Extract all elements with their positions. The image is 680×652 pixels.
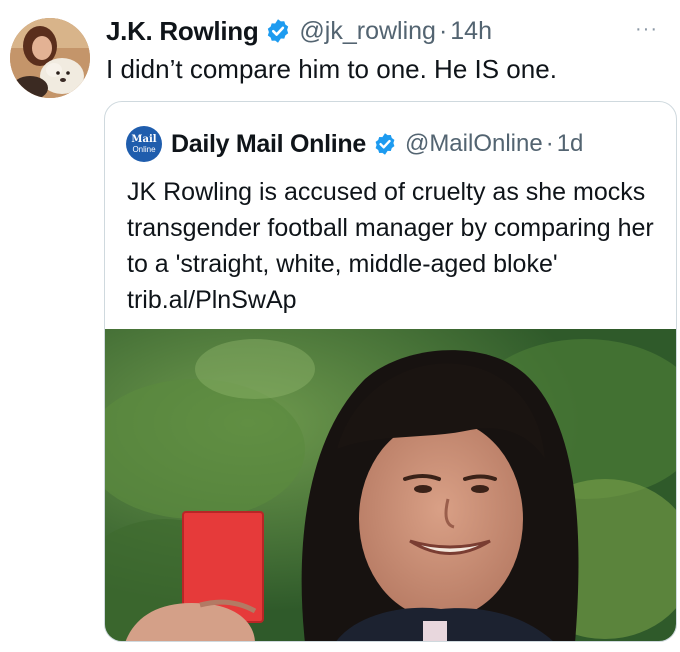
tweet[interactable]: J.K. Rowling @jk_rowling · 14h ··· I did… bbox=[0, 0, 680, 652]
quoted-tweet-timestamp[interactable]: 1d bbox=[557, 130, 584, 158]
quoted-avatar-logo-line1: Mail bbox=[131, 133, 157, 145]
quoted-avatar-logo-line2: Online bbox=[132, 144, 156, 154]
quoted-tweet-photo[interactable] bbox=[105, 329, 676, 641]
verified-badge-icon[interactable] bbox=[373, 132, 397, 156]
more-horizontal-icon[interactable]: ··· bbox=[635, 18, 658, 41]
separator-dot: · bbox=[545, 130, 554, 157]
author-handle[interactable]: @jk_rowling bbox=[299, 17, 436, 46]
photo-image bbox=[105, 329, 676, 641]
tweet-text: I didn’t compare him to one. He IS one. bbox=[106, 54, 557, 84]
tweet-timestamp[interactable]: 14h bbox=[450, 17, 492, 46]
quoted-author-avatar[interactable]: Mail Online bbox=[126, 126, 162, 162]
quoted-tweet-text: JK Rowling is accused of cruelty as she … bbox=[127, 178, 654, 314]
quoted-tweet[interactable]: Mail Online Daily Mail Online @MailOnlin… bbox=[104, 101, 677, 642]
author-name[interactable]: J.K. Rowling bbox=[106, 16, 259, 47]
author-avatar-image bbox=[10, 18, 90, 98]
quoted-author-name[interactable]: Daily Mail Online bbox=[171, 130, 366, 159]
author-avatar[interactable] bbox=[10, 18, 90, 98]
quoted-author-handle[interactable]: @MailOnline bbox=[405, 130, 543, 158]
separator-dot: · bbox=[438, 16, 448, 45]
quoted-tweet-header: Mail Online Daily Mail Online @MailOnlin… bbox=[126, 126, 662, 162]
verified-badge-icon[interactable] bbox=[265, 18, 291, 44]
tweet-header: J.K. Rowling @jk_rowling · 14h ··· bbox=[106, 14, 658, 48]
